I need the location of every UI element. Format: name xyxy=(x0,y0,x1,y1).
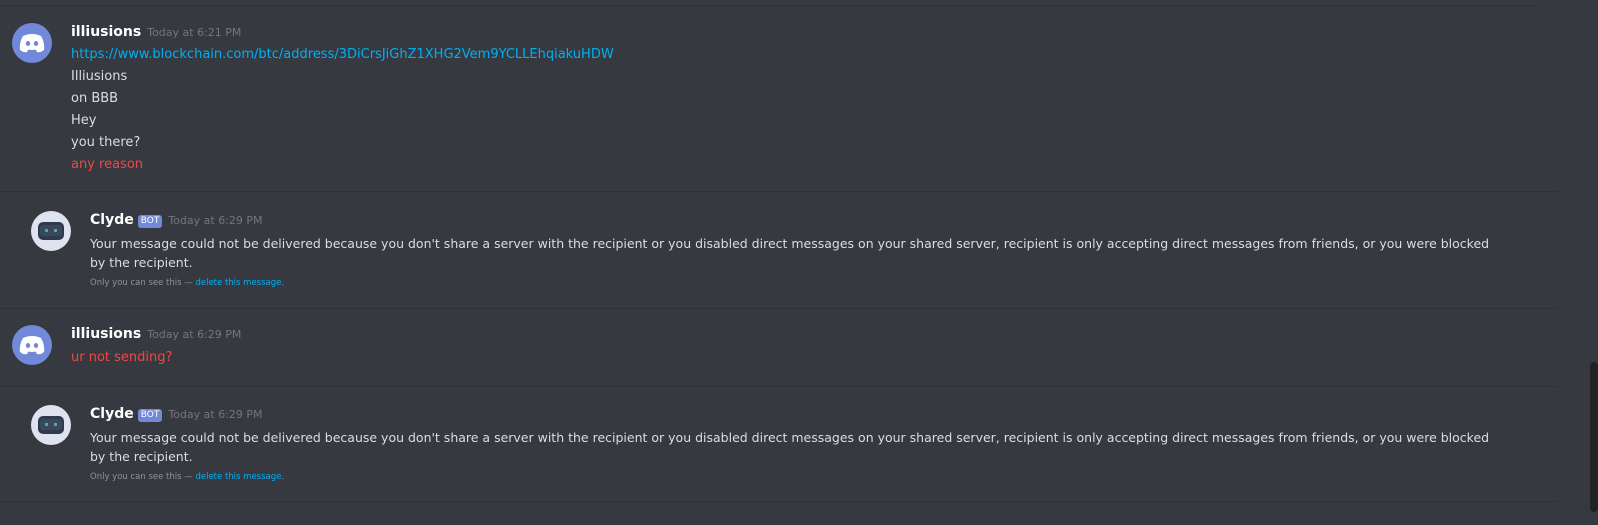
message-header: illiusions Today at 6:21 PM xyxy=(71,24,241,40)
ephemeral-note-text: Only you can see this — xyxy=(90,278,196,288)
user-avatar[interactable] xyxy=(12,23,52,63)
message-header: Clyde BOT Today at 6:29 PM xyxy=(90,212,263,229)
bot-badge: BOT xyxy=(137,215,163,228)
failed-message-text: any reason xyxy=(71,157,144,172)
timestamp: Today at 6:29 PM xyxy=(168,408,263,421)
ephemeral-note: Only you can see this — delete this mess… xyxy=(90,278,284,288)
ephemeral-note: Only you can see this — delete this mess… xyxy=(90,472,284,482)
discord-logo-icon xyxy=(19,336,45,355)
message-text: Illiusions xyxy=(71,69,128,84)
note-suffix: . xyxy=(281,278,285,288)
timestamp: Today at 6:29 PM xyxy=(168,214,263,227)
message-group: illiusions Today at 6:21 PM https://www.… xyxy=(0,0,1588,190)
timestamp: Today at 6:29 PM xyxy=(147,328,242,341)
message-divider xyxy=(0,501,1558,502)
message-header: Clyde BOT Today at 6:29 PM xyxy=(90,406,263,423)
note-suffix: . xyxy=(281,472,285,482)
username[interactable]: Clyde xyxy=(90,212,134,228)
message-link[interactable]: https://www.blockchain.com/btc/address/3… xyxy=(71,44,614,66)
delete-message-link[interactable]: delete this message xyxy=(195,278,281,288)
delete-message-link[interactable]: delete this message xyxy=(195,472,281,482)
bot-avatar[interactable] xyxy=(31,405,71,445)
system-message-group: Clyde BOT Today at 6:29 PM Your message … xyxy=(0,192,1588,308)
username[interactable]: Clyde xyxy=(90,406,134,422)
user-avatar[interactable] xyxy=(12,325,52,365)
username[interactable]: illiusions xyxy=(71,326,141,342)
message-text: you there? xyxy=(71,135,141,150)
timestamp: Today at 6:21 PM xyxy=(147,26,242,39)
clyde-robot-icon xyxy=(38,416,64,434)
message-text: on BBB xyxy=(71,91,119,106)
message-group: illiusions Today at 6:29 PM ur not sendi… xyxy=(0,309,1588,386)
ephemeral-note-text: Only you can see this — xyxy=(90,472,196,482)
clyde-robot-icon xyxy=(38,222,64,240)
username[interactable]: illiusions xyxy=(71,24,141,40)
bot-badge: BOT xyxy=(137,409,163,422)
discord-logo-icon xyxy=(19,34,45,53)
system-message-text: Your message could not be delivered beca… xyxy=(90,430,1490,464)
message-text: Hey xyxy=(71,113,97,128)
message-header: illiusions Today at 6:29 PM xyxy=(71,326,241,342)
system-message-group: Clyde BOT Today at 6:29 PM Your message … xyxy=(0,387,1588,501)
system-message-text: Your message could not be delivered beca… xyxy=(90,236,1490,270)
scrollbar-thumb[interactable] xyxy=(1590,362,1598,512)
bot-avatar[interactable] xyxy=(31,211,71,251)
failed-message-text: ur not sending? xyxy=(71,350,173,365)
